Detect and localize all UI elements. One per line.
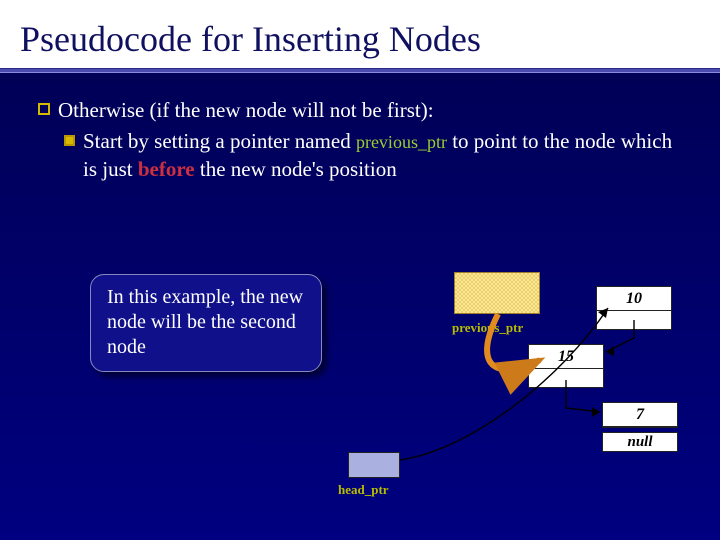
node-null: null: [602, 432, 678, 452]
node-15: 15: [528, 344, 604, 388]
callout-box: In this example, the new node will be th…: [90, 274, 322, 372]
diagram: In this example, the new node will be th…: [0, 260, 720, 540]
bullet-icon: [38, 103, 50, 115]
bullet-sub: Start by setting a pointer named previou…: [83, 128, 682, 183]
emph-before: before: [138, 157, 195, 181]
body-text: Otherwise (if the new node will not be f…: [0, 73, 720, 183]
code-previous-ptr: previous_ptr: [356, 132, 447, 152]
node-10: 10: [596, 286, 672, 330]
new-node-box: [454, 272, 540, 314]
head-ptr-label: head_ptr: [338, 482, 389, 498]
node-7: 7: [602, 402, 678, 428]
subbullet-icon: [64, 135, 75, 146]
previous-ptr-label: previous_ptr: [452, 320, 523, 336]
head-ptr-box: [348, 452, 400, 478]
bullet-main: Otherwise (if the new node will not be f…: [58, 97, 434, 124]
slide-title: Pseudocode for Inserting Nodes: [20, 18, 700, 60]
